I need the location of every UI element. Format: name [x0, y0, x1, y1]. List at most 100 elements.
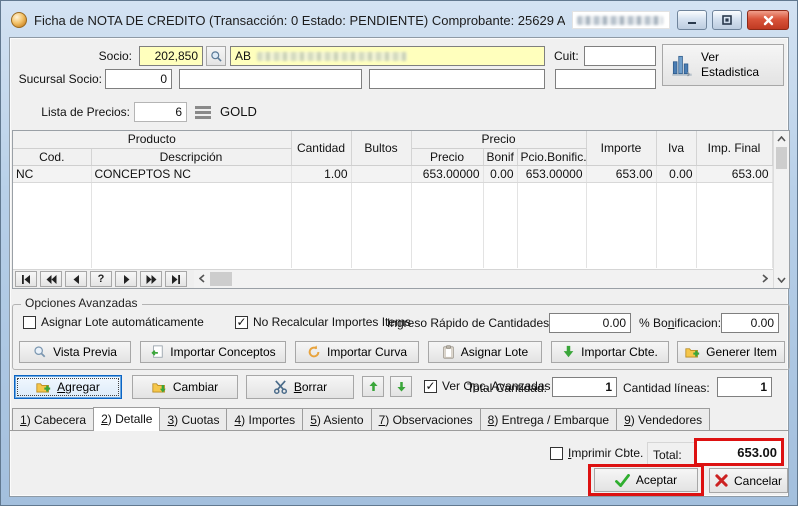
import-document-icon: [150, 345, 164, 359]
socio-name-prefix: AB: [235, 49, 251, 63]
item-row[interactable]: NC CONCEPTOS NC 1.00 653.00000 0.00 653.…: [13, 165, 772, 182]
vista-previa-button[interactable]: Vista Previa: [19, 341, 131, 363]
maximize-button[interactable]: [712, 10, 742, 30]
extra-field-1[interactable]: [179, 69, 362, 89]
move-up-button[interactable]: [362, 376, 384, 397]
grid-horizontal-scrollbar[interactable]: [194, 270, 773, 288]
total-value-highlight: [694, 438, 784, 466]
col-descripcion: Descripción: [91, 148, 291, 165]
cambiar-button[interactable]: Cambiar: [132, 375, 238, 399]
no-recalcular-checkbox[interactable]: ✓ No Recalcular Importes Items: [235, 315, 411, 329]
tab-entrega-embarque[interactable]: 8) Entrega / Embarque: [480, 408, 617, 430]
borrar-button[interactable]: Borrar: [246, 375, 354, 399]
total-cantidad-field[interactable]: [552, 377, 617, 397]
tab-bar: 1) Cabecera 2) Detalle 3) Cuotas 4) Impo…: [10, 407, 788, 431]
agregar-button[interactable]: Agregar: [14, 375, 122, 399]
bonificacion-field[interactable]: [721, 313, 779, 333]
cell-imp-final: 653.00: [696, 165, 772, 182]
tab-asiento[interactable]: 5) Asiento: [302, 408, 371, 430]
checkbox-checked-icon: ✓: [235, 316, 248, 329]
total-value-field[interactable]: [697, 442, 781, 462]
lista-precios-field[interactable]: [134, 102, 187, 122]
cell-bonif: 0.00: [483, 165, 517, 182]
bar-chart-icon: [669, 52, 695, 78]
ver-estadistica-button[interactable]: Ver Estadistica: [662, 44, 784, 86]
cuit-label: Cuit:: [554, 46, 579, 66]
scroll-down-icon[interactable]: [774, 272, 789, 288]
opciones-avanzadas-title: Opciones Avanzadas: [21, 296, 142, 310]
aceptar-button[interactable]: Aceptar: [594, 468, 698, 492]
move-down-button[interactable]: [390, 376, 412, 397]
extra-field-2[interactable]: [369, 69, 545, 89]
minimize-button[interactable]: [677, 10, 707, 30]
tab-detalle[interactable]: 2) Detalle: [93, 407, 160, 431]
redacted-customer-name: [572, 11, 670, 29]
window-title: Ficha de NOTA DE CREDITO (Transacción: 0…: [34, 13, 565, 28]
cancelar-button[interactable]: Cancelar: [709, 468, 788, 493]
nav-fast-prev-button[interactable]: [40, 271, 62, 287]
nav-next-button[interactable]: [115, 271, 137, 287]
price-list-menu-button[interactable]: [194, 104, 212, 123]
scroll-left-icon[interactable]: [194, 270, 210, 286]
nav-search-button[interactable]: ?: [90, 271, 112, 287]
red-x-icon: [715, 474, 728, 487]
tab-cabecera[interactable]: 1) Cabecera: [12, 408, 94, 430]
socio-name-field[interactable]: AB: [230, 46, 545, 66]
close-button[interactable]: [747, 10, 789, 30]
cell-descripcion: CONCEPTOS NC: [91, 165, 291, 182]
lista-precios-label: Lista de Precios:: [30, 102, 130, 122]
socio-search-button[interactable]: [206, 46, 226, 66]
col-precio: Precio: [411, 148, 483, 165]
tab-vendedores[interactable]: 9) Vendedores: [616, 408, 710, 430]
tab-cuotas[interactable]: 3) Cuotas: [159, 408, 227, 430]
extra-field-3[interactable]: [555, 69, 656, 89]
imprimir-cbte-checkbox[interactable]: Imprimir Cbte.: [550, 446, 643, 460]
generer-item-button[interactable]: Generer Item: [677, 341, 785, 363]
vertical-scroll-thumb[interactable]: [776, 147, 787, 169]
maximize-icon: [722, 15, 732, 25]
col-cod: Cod.: [13, 148, 91, 165]
cantidad-lineas-field[interactable]: [717, 377, 772, 397]
minimize-icon: [687, 16, 697, 25]
cuit-field[interactable]: [584, 46, 656, 66]
nav-last-button[interactable]: [165, 271, 187, 287]
col-pcio-bonific: Pcio.Bonific.: [517, 148, 586, 165]
importar-curva-button[interactable]: Importar Curva: [295, 341, 419, 363]
grid-vertical-scrollbar[interactable]: [773, 131, 789, 288]
scroll-right-icon[interactable]: [757, 270, 773, 286]
scissors-icon: [273, 380, 288, 394]
col-imp-final: Imp. Final: [696, 131, 772, 165]
tab-observaciones[interactable]: 7) Observaciones: [371, 408, 481, 430]
cell-pcio-bonific: 653.00000: [517, 165, 586, 182]
col-importe: Importe: [586, 131, 656, 165]
nav-fast-next-button[interactable]: [140, 271, 162, 287]
opciones-avanzadas-group: Opciones Avanzadas Asignar Lote automáti…: [12, 304, 790, 370]
total-label: Total:: [647, 442, 695, 466]
cell-cod: NC: [13, 165, 91, 182]
dialog-window: Ficha de NOTA DE CREDITO (Transacción: 0…: [0, 0, 798, 506]
socio-label: Socio:: [40, 46, 132, 66]
download-arrow-icon: [562, 345, 575, 359]
importar-cbte-button[interactable]: Importar Cbte.: [551, 341, 669, 363]
cell-iva: 0.00: [656, 165, 696, 182]
ingreso-rapido-field[interactable]: [549, 313, 631, 333]
importar-conceptos-button[interactable]: Importar Conceptos: [140, 341, 286, 363]
green-check-icon: [615, 474, 630, 487]
scroll-up-icon[interactable]: [774, 131, 789, 147]
items-table: Producto Cantidad Bultos Precio Importe …: [13, 131, 773, 268]
folder-down-icon: [152, 381, 167, 394]
clipboard-icon: [442, 345, 455, 359]
redacted-socio-name: [257, 52, 407, 61]
asignar-lote-auto-checkbox[interactable]: Asignar Lote automáticamente: [23, 315, 204, 329]
nav-first-button[interactable]: [15, 271, 37, 287]
nav-prev-button[interactable]: [65, 271, 87, 287]
refresh-icon: [307, 345, 321, 359]
sucursal-field[interactable]: [105, 69, 172, 89]
cell-cantidad: 1.00: [291, 165, 351, 182]
bonificacion-label: % Bonificacion:: [639, 313, 721, 333]
tab-importes[interactable]: 4) Importes: [226, 408, 303, 430]
socio-code-field[interactable]: [139, 46, 203, 66]
items-grid: Producto Cantidad Bultos Precio Importe …: [12, 130, 790, 289]
asignar-lote-button[interactable]: Asignar Lote: [428, 341, 542, 363]
horizontal-scroll-thumb[interactable]: [210, 272, 232, 286]
